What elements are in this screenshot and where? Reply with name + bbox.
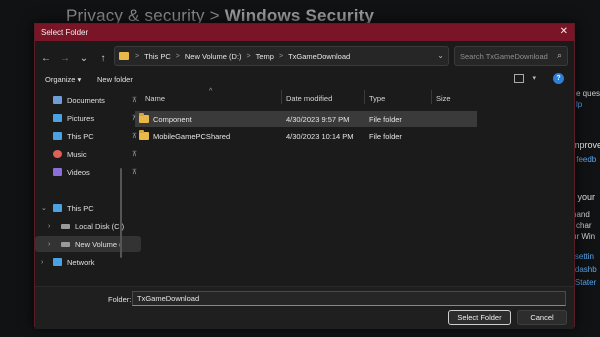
navigation-bar: ← → ⌄ ↑ > This PC > New Volume (D:) > Te… — [35, 44, 574, 72]
nav-item-videos[interactable]: Videos ⊼ — [35, 164, 141, 180]
nav-item-label: This PC — [67, 203, 94, 213]
breadcrumb-this-pc[interactable]: This PC — [144, 52, 171, 61]
expand-chevron-icon[interactable]: › — [48, 223, 50, 230]
nav-item-label: New Volume ( — [75, 239, 122, 249]
column-divider[interactable] — [364, 90, 365, 104]
row-type: File folder — [369, 131, 402, 141]
breadcrumb-sep: > — [135, 52, 140, 60]
new-folder-button[interactable]: New folder — [97, 75, 133, 84]
view-options-icon[interactable] — [514, 74, 524, 83]
computer-icon — [53, 204, 62, 212]
help-icon[interactable]: ? — [553, 73, 564, 84]
select-folder-button[interactable]: Select Folder — [448, 310, 511, 325]
column-header-size[interactable]: Size — [436, 94, 451, 103]
folder-name-input[interactable]: TxGameDownload — [132, 291, 566, 306]
column-divider[interactable] — [431, 90, 432, 104]
column-header-date-modified[interactable]: Date modified — [286, 94, 332, 103]
column-divider[interactable] — [281, 90, 282, 104]
expand-chevron-icon[interactable]: › — [48, 241, 50, 248]
computer-icon — [53, 132, 62, 140]
table-row[interactable]: MobileGamePCShared 4/30/2023 10:14 PM Fi… — [135, 128, 477, 144]
nav-item-this-pc-pinned[interactable]: This PC ⊼ — [35, 128, 141, 144]
row-type: File folder — [369, 114, 402, 124]
cancel-button[interactable]: Cancel — [517, 310, 567, 325]
navigation-pane: Documents ⊼ Pictures ⊼ This PC ⊼ Music ⊼… — [35, 90, 141, 285]
command-bar: Organize ▾ New folder ▾ ? — [35, 73, 574, 88]
nav-item-documents[interactable]: Documents ⊼ — [35, 92, 141, 108]
folder-label: Folder: — [108, 295, 132, 304]
nav-item-label: Local Disk (C:) — [75, 221, 125, 231]
row-date: 4/30/2023 9:57 PM — [286, 114, 350, 124]
breadcrumb-new-volume[interactable]: New Volume (D:) — [185, 52, 242, 61]
dialog-title: Select Folder — [41, 28, 89, 37]
nav-item-new-volume-d[interactable]: › New Volume ( — [35, 236, 141, 252]
up-arrow-icon[interactable]: ↑ — [95, 50, 111, 66]
nav-item-label: Pictures — [67, 113, 95, 123]
breadcrumb-sep: > — [175, 52, 180, 60]
column-header-type[interactable]: Type — [369, 94, 385, 103]
nav-item-label: This PC — [67, 131, 94, 141]
nav-item-music[interactable]: Music ⊼ — [35, 146, 141, 162]
back-arrow-icon[interactable]: ← — [38, 50, 54, 66]
view-options-chevron-icon[interactable]: ▾ — [532, 74, 536, 82]
select-folder-dialog: Select Folder ✕ ← → ⌄ ↑ > This PC > New … — [34, 23, 575, 329]
search-icon: ⌕ — [556, 50, 562, 60]
column-header-name[interactable]: Name — [145, 94, 165, 103]
breadcrumb-sep: > — [246, 52, 251, 60]
bg-text-fragment: e quest — [576, 89, 600, 98]
row-name: Component — [153, 114, 192, 124]
breadcrumb-temp[interactable]: Temp — [256, 52, 274, 61]
bg-text-fragment: ur Win — [572, 232, 596, 241]
nav-item-label: Music — [67, 149, 87, 159]
row-date: 4/30/2023 10:14 PM — [286, 131, 354, 141]
nav-item-pictures[interactable]: Pictures ⊼ — [35, 110, 141, 126]
recent-locations-chevron-icon[interactable]: ⌄ — [76, 50, 92, 66]
search-placeholder: Search TxGameDownload — [460, 51, 548, 61]
address-bar[interactable]: > This PC > New Volume (D:) > Temp > TxG… — [114, 46, 449, 66]
documents-icon — [53, 96, 62, 104]
nav-item-label: Network — [67, 257, 95, 267]
expanded-chevron-icon[interactable]: ⌄ — [41, 204, 47, 212]
close-icon[interactable]: ✕ — [560, 26, 568, 37]
bg-text-fragment: char — [576, 221, 592, 230]
drive-icon — [61, 223, 70, 229]
videos-icon — [53, 168, 62, 176]
pictures-icon — [53, 114, 62, 122]
nav-item-this-pc[interactable]: ⌄ This PC — [35, 200, 141, 216]
nav-item-network[interactable]: › Network — [35, 254, 141, 270]
bg-link-fragment[interactable]: lp — [576, 100, 582, 109]
folder-icon — [119, 52, 129, 60]
dialog-footer: Folder: TxGameDownload Select Folder Can… — [35, 286, 574, 329]
breadcrumb-sep: > — [278, 52, 284, 60]
sort-ascending-icon: ^ — [209, 88, 213, 95]
nav-item-label: Documents — [67, 95, 105, 105]
music-icon — [53, 150, 62, 158]
row-name: MobileGamePCShared — [153, 131, 231, 141]
address-history-chevron-icon[interactable]: ⌄ — [437, 51, 444, 60]
folder-icon — [139, 113, 149, 123]
organize-button[interactable]: Organize ▾ — [45, 75, 81, 84]
network-icon — [53, 258, 62, 266]
search-input[interactable]: Search TxGameDownload ⌕ — [454, 46, 568, 66]
expand-chevron-icon[interactable]: › — [41, 259, 43, 266]
file-list: Name ^ Date modified Type Size Component… — [131, 88, 571, 285]
forward-arrow-icon[interactable]: → — [57, 50, 73, 66]
breadcrumb-txgamedownload[interactable]: TxGameDownload — [288, 52, 350, 61]
folder-icon — [139, 130, 149, 140]
bg-heading-fragment: mprove — [572, 140, 600, 150]
dialog-titlebar[interactable]: Select Folder ✕ — [35, 24, 574, 41]
nav-pane-scrollbar[interactable] — [120, 168, 122, 258]
table-row[interactable]: Component 4/30/2023 9:57 PM File folder — [135, 111, 477, 127]
nav-item-label: Videos — [67, 167, 90, 177]
drive-icon — [61, 241, 70, 247]
